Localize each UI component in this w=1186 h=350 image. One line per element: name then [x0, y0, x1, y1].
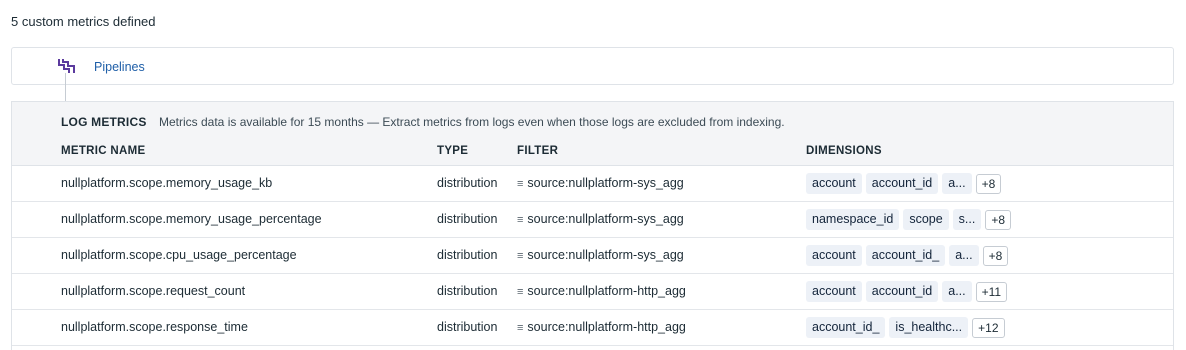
filter-icon: ≡ [517, 322, 524, 334]
metric-name: nullplatform.scope.memory_usage_kb [61, 176, 273, 190]
dimension-tag: account [806, 281, 862, 302]
log-metrics-header: LOG METRICS Metrics data is available fo… [12, 102, 1173, 166]
metric-type: distribution [437, 320, 498, 334]
filter-icon: ≡ [517, 214, 524, 226]
metric-filter-text: source:nullplatform-http_agg [527, 320, 686, 334]
pipeline-icon [58, 59, 75, 73]
metric-name: nullplatform.scope.request_count [61, 284, 246, 298]
dimension-tag: account_id [865, 173, 939, 194]
dimension-tag: account_id_ [806, 317, 886, 338]
dimension-tag: is_healthc... [889, 317, 969, 338]
pipeline-connector-line [65, 73, 66, 102]
dimension-tag: account_id [865, 281, 939, 302]
more-dimensions-button[interactable]: +8 [975, 173, 1002, 194]
filter-icon: ≡ [517, 286, 524, 298]
metric-filter: ≡ source:nullplatform-sys_agg [517, 212, 684, 226]
metric-type: distribution [437, 284, 498, 298]
more-dimensions-button[interactable]: +11 [975, 281, 1008, 302]
pipelines-card: Pipelines [11, 47, 1174, 85]
table-row[interactable]: nullplatform.scope.response_time distrib… [12, 310, 1173, 346]
metric-filter-text: source:nullplatform-sys_agg [527, 248, 684, 262]
metric-filter: ≡ source:nullplatform-sys_agg [517, 176, 684, 190]
metric-filter: ≡ source:nullplatform-http_agg [517, 320, 686, 334]
metric-name: nullplatform.scope.memory_usage_percenta… [61, 212, 322, 226]
column-header-dimensions[interactable]: DIMENSIONS [806, 145, 882, 157]
column-header-filter[interactable]: FILTER [517, 145, 558, 157]
column-header-metric-name[interactable]: METRIC NAME [61, 145, 145, 157]
dimension-tag: account [806, 173, 862, 194]
dimension-tag: scope [903, 209, 949, 230]
dimension-tag: account [806, 245, 862, 266]
dimension-tag: s... [952, 209, 982, 230]
more-dimensions-button[interactable]: +12 [972, 317, 1005, 338]
metric-filter-text: source:nullplatform-sys_agg [527, 212, 684, 226]
filter-icon: ≡ [517, 178, 524, 190]
metric-filter: ≡ source:nullplatform-sys_agg [517, 248, 684, 262]
filter-icon: ≡ [517, 250, 524, 262]
more-dimensions-button[interactable]: +8 [985, 209, 1012, 230]
log-metrics-description: Metrics data is available for 15 months … [159, 115, 785, 129]
more-dimensions-button[interactable]: +8 [982, 245, 1009, 266]
table-row[interactable]: nullplatform.scope.request_count distrib… [12, 274, 1173, 310]
metric-filter-text: source:nullplatform-sys_agg [527, 176, 684, 190]
dimension-tags: namespace_id scope s... +8 [806, 209, 1012, 230]
column-header-type[interactable]: TYPE [437, 145, 468, 157]
metric-type: distribution [437, 176, 498, 190]
table-row[interactable]: nullplatform.scope.cpu_usage_percentage … [12, 238, 1173, 274]
dimension-tags: account account_id_ a... +8 [806, 245, 1009, 266]
dimension-tag: namespace_id [806, 209, 900, 230]
metric-filter-text: source:nullplatform-http_agg [527, 284, 686, 298]
dimension-tag: a... [949, 245, 979, 266]
log-metrics-title: LOG METRICS [61, 115, 147, 129]
metric-filter: ≡ source:nullplatform-http_agg [517, 284, 686, 298]
dimension-tags: account account_id a... +11 [806, 281, 1008, 302]
table-row[interactable]: nullplatform.scope.memory_usage_percenta… [12, 202, 1173, 238]
dimension-tag: a... [942, 173, 972, 194]
dimension-tag: a... [942, 281, 972, 302]
dimension-tag: account_id_ [865, 245, 946, 266]
metrics-count-summary: 5 custom metrics defined [11, 14, 156, 29]
metric-name: nullplatform.scope.cpu_usage_percentage [61, 248, 297, 262]
pipelines-link[interactable]: Pipelines [94, 60, 145, 74]
metric-name: nullplatform.scope.response_time [61, 320, 248, 334]
dimension-tags: account account_id a... +8 [806, 173, 1002, 194]
metric-type: distribution [437, 248, 498, 262]
metric-type: distribution [437, 212, 498, 226]
table-row[interactable]: nullplatform.scope.memory_usage_kb distr… [12, 166, 1173, 202]
log-metrics-panel: LOG METRICS Metrics data is available fo… [11, 101, 1174, 350]
dimension-tags: account_id_ is_healthc... +12 [806, 317, 1005, 338]
